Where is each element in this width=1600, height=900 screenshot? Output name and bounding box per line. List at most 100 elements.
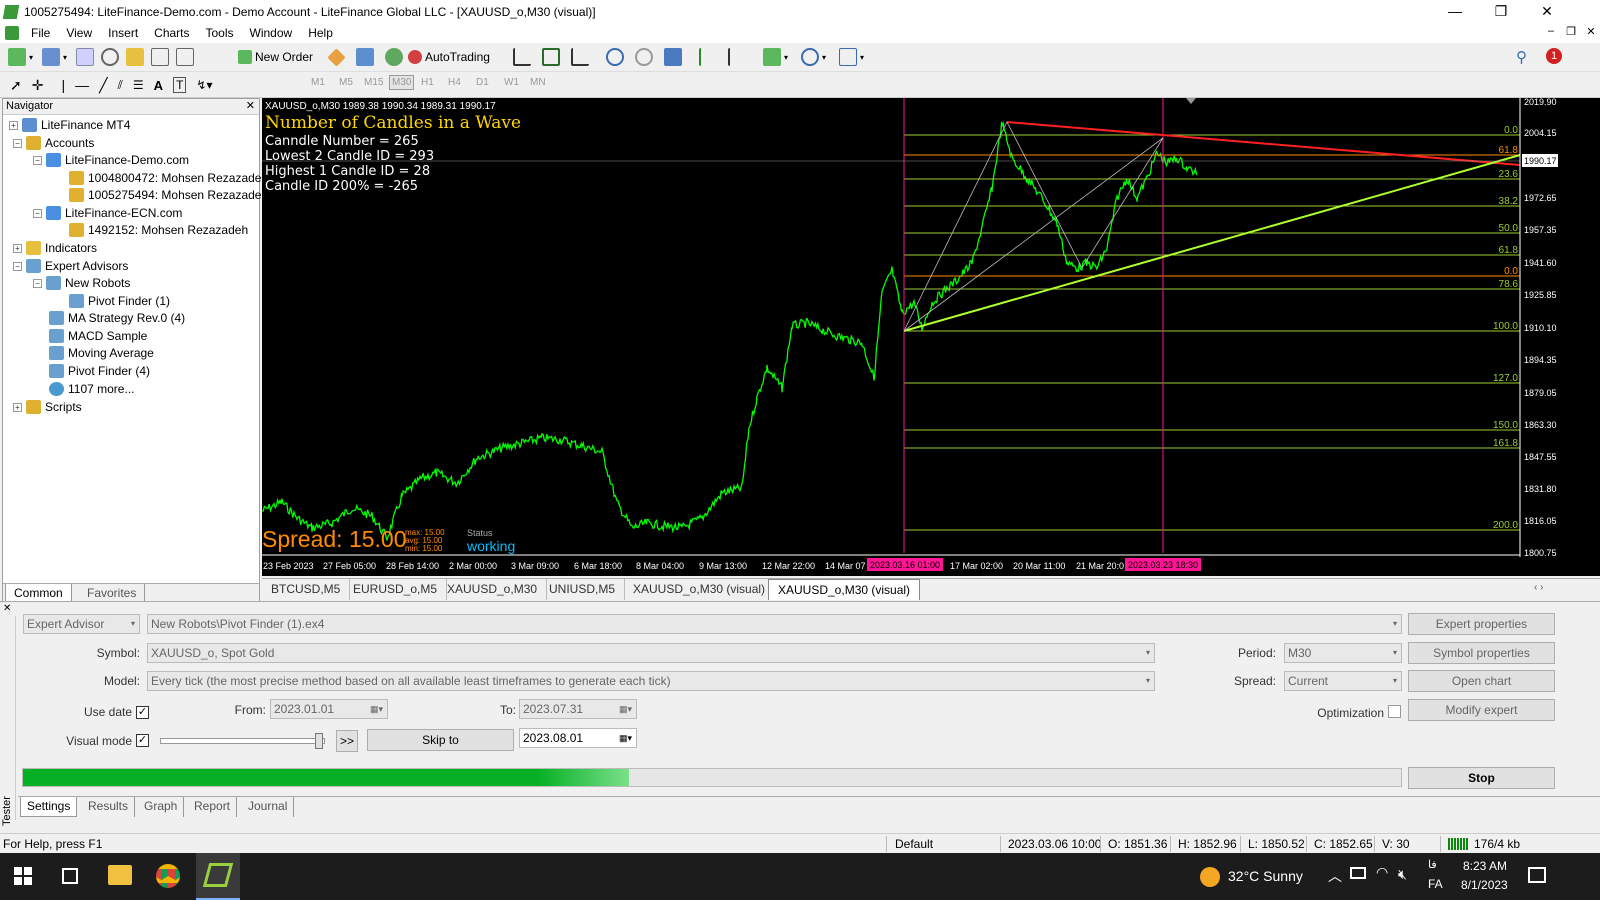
horizontal-line-icon[interactable]: — (75, 77, 89, 93)
signals-icon[interactable] (356, 48, 374, 66)
tab-graph[interactable]: Graph (138, 797, 185, 817)
volume-muted-icon[interactable]: 🔇︎ (1398, 866, 1407, 883)
tf-m1[interactable]: M1 (311, 77, 325, 88)
new-chart-icon[interactable] (8, 48, 26, 66)
nav-item[interactable]: + Indicators (13, 239, 97, 257)
menu-view[interactable]: View (58, 26, 100, 40)
wifi-icon[interactable]: ◠ (1376, 864, 1388, 881)
file-explorer-icon[interactable] (108, 865, 132, 885)
spread-select[interactable]: Current ▾ (1284, 671, 1402, 691)
show-hidden-icons-icon[interactable]: ︿ (1328, 866, 1342, 886)
tester-icon[interactable] (176, 48, 195, 66)
autotrading-button[interactable]: AutoTrading (408, 47, 490, 67)
terminal-icon[interactable] (151, 48, 170, 66)
price-chart[interactable]: 0.0 61.8 23.6 38.2 50.0 61.8 0.0 78.6 100.0 127.0… (262, 98, 1600, 576)
tf-w1[interactable]: W1 (504, 77, 519, 88)
nav-item[interactable]: − New Robots (33, 274, 130, 292)
tf-d1[interactable]: D1 (476, 77, 489, 88)
expand-toggle-icon[interactable]: − (33, 278, 42, 288)
alert-badge[interactable]: 1 (1546, 48, 1562, 64)
menu-file[interactable]: File (23, 26, 58, 40)
navigator-icon[interactable] (126, 48, 145, 66)
symbol-properties-button[interactable]: Symbol properties (1408, 642, 1555, 664)
search-icon[interactable]: ⚲ (1516, 48, 1527, 66)
clock-date[interactable]: 8/1/2023 (1461, 878, 1508, 892)
nav-item[interactable]: MACD Sample (49, 327, 147, 345)
zoom-in-icon[interactable] (606, 48, 624, 66)
speed-slider-thumb[interactable] (315, 733, 323, 749)
market-icon[interactable] (385, 48, 403, 66)
weather-sun-icon[interactable] (1200, 867, 1220, 887)
weather-text[interactable]: 32°C Sunny (1228, 868, 1303, 884)
text-icon[interactable]: A (154, 78, 163, 93)
candlestick-icon[interactable] (542, 48, 560, 66)
nav-item[interactable]: 1107 more... (49, 380, 134, 398)
periods-icon[interactable] (801, 48, 820, 66)
menu-tools[interactable]: Tools (198, 26, 242, 40)
chart-tab[interactable]: UNIUSD,M5 (540, 579, 626, 600)
expand-toggle-icon[interactable]: + (13, 243, 22, 253)
tf-m5[interactable]: M5 (339, 77, 353, 88)
restore-button[interactable]: ❐ (1478, 0, 1524, 23)
tab-settings[interactable]: Settings (20, 797, 78, 817)
minimize-button[interactable]: — (1432, 0, 1478, 23)
tf-h1[interactable]: H1 (421, 77, 434, 88)
tf-m15[interactable]: M15 (364, 77, 383, 88)
cursor-icon[interactable]: ➚ (10, 77, 22, 94)
nav-item[interactable]: 1005275494: Mohsen Rezazadeh (69, 186, 268, 204)
mdi-close-button[interactable]: ✕ (1582, 25, 1600, 38)
expand-toggle-icon[interactable]: − (33, 208, 42, 218)
line-chart-icon[interactable] (571, 48, 589, 66)
chart-tab[interactable]: BTCUSD,M5 (262, 579, 351, 600)
language-indicator[interactable]: FA (1428, 877, 1443, 891)
bar-chart-icon[interactable] (513, 48, 531, 66)
zoom-out-icon[interactable] (635, 48, 653, 66)
tab-results[interactable]: Results (82, 797, 136, 817)
speed-slider[interactable] (160, 733, 325, 749)
expert-select[interactable]: New Robots\Pivot Finder (1).ex4 ▾ (147, 614, 1402, 634)
nav-item[interactable]: MA Strategy Rev.0 (4) (49, 309, 185, 327)
menu-window[interactable]: Window (242, 26, 301, 40)
skip-to-button[interactable]: Skip to (367, 729, 514, 751)
nav-item[interactable]: − Expert Advisors (13, 257, 128, 275)
skip-date-input[interactable]: 2023.08.01 ▦▾ (519, 728, 637, 748)
navigator-close-icon[interactable]: ✕ (246, 99, 255, 114)
tile-windows-icon[interactable] (664, 48, 682, 66)
expert-properties-button[interactable]: Expert properties (1408, 613, 1555, 635)
use-date-checkbox[interactable]: ✓ (136, 706, 149, 719)
fast-forward-button[interactable]: >> (336, 730, 358, 752)
nav-item[interactable]: − LiteFinance-Demo.com (33, 151, 189, 169)
menu-charts[interactable]: Charts (146, 26, 197, 40)
nav-item[interactable]: Pivot Finder (4) (49, 362, 150, 380)
mdi-restore-button[interactable]: ❐ (1562, 25, 1580, 38)
nav-item[interactable]: + LiteFinance MT4 (9, 116, 130, 134)
data-window-icon[interactable] (101, 48, 120, 66)
expand-toggle-icon[interactable]: − (33, 155, 42, 165)
test-type-select[interactable]: Expert Advisor ▾ (23, 614, 140, 634)
windows-start-icon[interactable] (14, 867, 32, 885)
tab-report[interactable]: Report (188, 797, 238, 817)
autoscroll-icon[interactable] (699, 48, 717, 66)
period-select[interactable]: M30 ▾ (1284, 643, 1402, 663)
notifications-icon[interactable] (1528, 867, 1546, 883)
text-label-icon[interactable]: T (173, 77, 187, 93)
nav-item[interactable]: 1492152: Mohsen Rezazadeh (69, 221, 248, 239)
metatrader-task-button[interactable] (196, 853, 240, 900)
menu-help[interactable]: Help (300, 26, 341, 40)
menu-insert[interactable]: Insert (100, 26, 146, 40)
nav-item[interactable]: Moving Average (49, 344, 154, 362)
tab-scroll-arrows-icon[interactable]: ‹ › (1534, 582, 1543, 593)
expand-toggle-icon[interactable]: − (13, 138, 22, 148)
clock-time[interactable]: 8:23 AM (1463, 859, 1507, 873)
expand-toggle-icon[interactable]: + (9, 120, 18, 130)
to-date-input[interactable]: 2023.07.31 ▦▾ (519, 699, 637, 719)
arrows-icon[interactable]: ↯▾ (196, 78, 212, 92)
tab-journal[interactable]: Journal (242, 797, 295, 817)
crosshair-icon[interactable]: ✛ (32, 77, 44, 94)
optimization-checkbox[interactable] (1388, 705, 1401, 718)
profiles-icon[interactable] (42, 48, 61, 66)
tf-h4[interactable]: H4 (448, 77, 461, 88)
new-order-button[interactable]: New Order (238, 47, 313, 67)
close-button[interactable]: ✕ (1524, 0, 1570, 23)
templates-icon[interactable] (839, 48, 858, 66)
